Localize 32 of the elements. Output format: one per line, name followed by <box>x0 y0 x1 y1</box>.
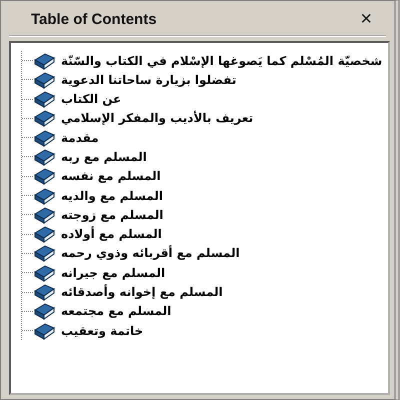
book-icon <box>33 322 55 340</box>
book-icon <box>33 70 55 89</box>
tree-item[interactable]: خاتمة وتعقيب <box>61 324 144 338</box>
book-icon <box>33 109 55 128</box>
book-icon <box>33 148 55 166</box>
tree-item[interactable]: تعريف بالأديب والمفكر الإسلامي <box>61 111 254 126</box>
tree-item[interactable]: تفضلوا بزيارة ساحاتنا الدعوية <box>61 72 236 87</box>
panel-title: Table of Contents <box>31 10 157 28</box>
tree-item[interactable]: المسلم مع أقربائه وذوي رحمه <box>61 246 240 260</box>
tree-item[interactable]: المسلم مع مجتمعه <box>61 304 172 318</box>
book-icon <box>33 128 55 147</box>
book-icon <box>33 264 55 282</box>
book-icon <box>33 283 55 302</box>
tree-item[interactable]: المسلم مع والديه <box>61 188 163 203</box>
tree-item[interactable]: عن الكتاب <box>61 92 122 106</box>
tree-item[interactable]: المسلم مع ربه <box>61 150 147 164</box>
tree-item[interactable]: مقدمة <box>61 130 99 145</box>
tree-item[interactable]: المسلم مع جيرانه <box>61 266 166 280</box>
book-icon <box>33 225 55 244</box>
book-icon <box>33 52 55 70</box>
tree-item[interactable]: المسلم مع نفسه <box>61 169 161 184</box>
tree-item[interactable]: المسلم مع إخوانه وأصدقائه <box>61 285 223 300</box>
book-icon <box>33 90 55 108</box>
book-icon <box>33 302 55 320</box>
book-icon <box>33 167 55 186</box>
tree-item[interactable]: المسلم مع أولاده <box>61 227 162 242</box>
book-icon <box>33 244 55 262</box>
book-icon <box>33 206 55 224</box>
tree-item[interactable]: شخصيّة المُسْلم كما يَصوغها الإسْلام في الكتاب والسّنّة <box>61 54 382 68</box>
close-button[interactable]: × <box>358 9 374 29</box>
tree-item[interactable]: المسلم مع زوجته <box>61 208 164 222</box>
book-icon <box>33 186 55 205</box>
